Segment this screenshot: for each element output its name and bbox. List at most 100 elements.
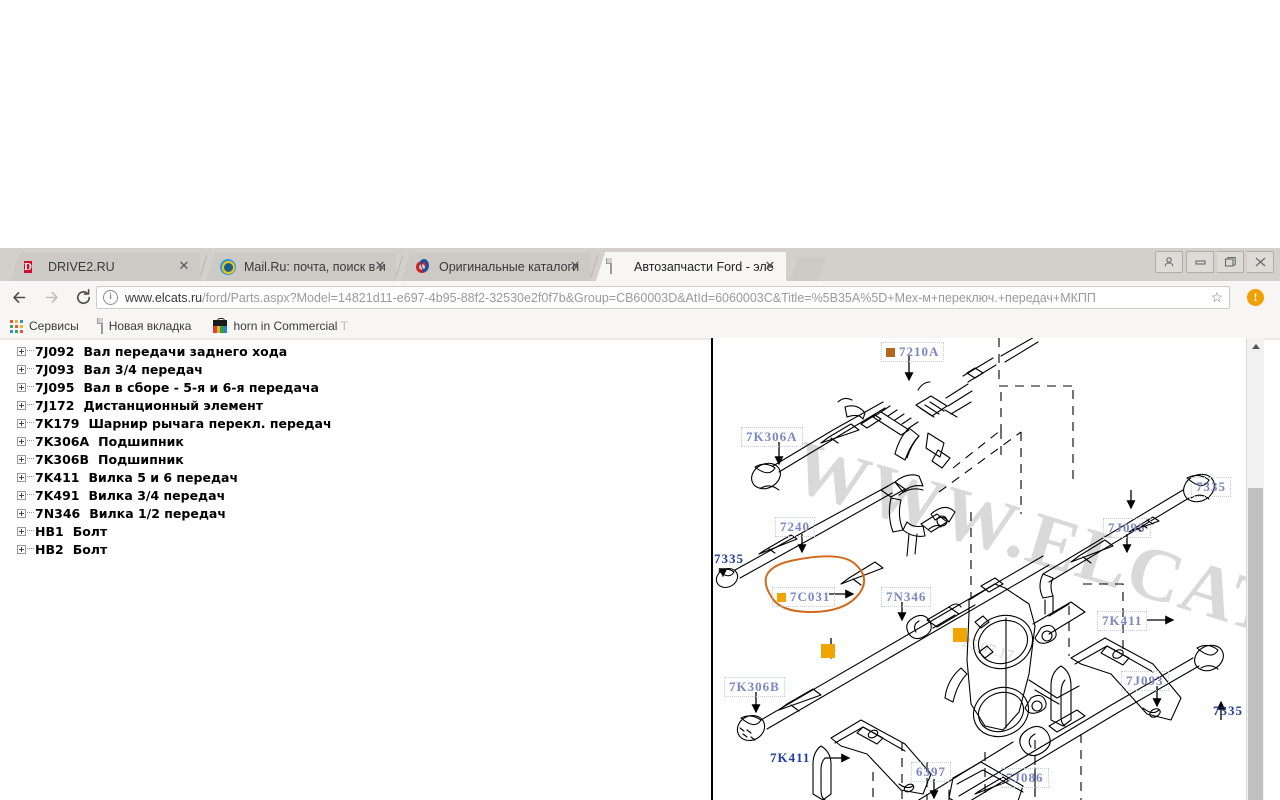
diagram-label-7K306B[interactable]: 7K306B xyxy=(724,677,785,697)
tree-row[interactable]: 7N346 Вилка 1/2 передач xyxy=(0,504,700,522)
browser-toolbar: i www.elcats.ru/ford/Parts.aspx?Model=14… xyxy=(0,281,1280,314)
diagram-label-7N346[interactable]: 7N346 xyxy=(881,587,932,607)
part-name: Вилка 1/2 передач xyxy=(89,505,226,521)
tab-separator xyxy=(199,255,208,277)
maximize-button[interactable] xyxy=(1217,251,1244,273)
tree-row[interactable]: 7J092 Вал передачи заднего хода xyxy=(0,342,700,360)
diagram-label-7335-bottom-right[interactable]: 7335 xyxy=(1213,703,1243,719)
browser-tab-catalogs[interactable]: Оригинальные каталоги ✕ xyxy=(401,253,591,281)
bookmark-star-icon[interactable]: ☆ xyxy=(1210,289,1223,306)
part-name: Вал в сборе - 5-я и 6-я передача xyxy=(83,379,319,395)
bookmark-horn-commercial[interactable]: horn in Commercial T xyxy=(213,317,348,333)
diagram-label-6397[interactable]: 6397 xyxy=(911,762,951,782)
part-name: Подшипник xyxy=(98,451,184,467)
bookmark-label-truncated: T xyxy=(340,319,348,333)
expand-icon[interactable] xyxy=(17,418,26,428)
close-icon[interactable]: ✕ xyxy=(177,260,191,274)
tree-row[interactable]: 7K306B Подшипник xyxy=(0,450,700,468)
reload-button[interactable] xyxy=(70,285,96,311)
part-code: HB1 xyxy=(35,523,64,539)
tree-connector xyxy=(27,404,34,406)
part-name: Болт xyxy=(72,541,108,557)
tree-row[interactable]: 7J095 Вал в сборе - 5-я и 6-я передача xyxy=(0,378,700,396)
diagram-label-7335-top-right[interactable]: 7335 xyxy=(1191,477,1231,497)
diagram-label-7335-left[interactable]: 7335 xyxy=(714,551,744,567)
part-code: 7K306B xyxy=(35,451,90,467)
diagram-label-7K411-right[interactable]: 7K411 xyxy=(1097,611,1148,631)
part-code: 7J095 xyxy=(35,379,75,395)
browser-tab-ford-parts[interactable]: Автозапчасти Ford - эле ✕ xyxy=(596,252,786,281)
tab-title: Mail.Ru: почта, поиск в и xyxy=(244,260,386,274)
diagram-label-7210A[interactable]: 7210A xyxy=(881,342,945,362)
browser-window: D DRIVE2.RU ✕ Mail.Ru: почта, поиск в и … xyxy=(0,248,1280,338)
diagram-label-7J095[interactable]: 7J095 xyxy=(1103,518,1151,538)
part-name: Вилка 3/4 передач xyxy=(88,487,226,503)
tab-title: Оригинальные каталоги xyxy=(439,260,580,274)
expand-icon[interactable] xyxy=(17,400,26,410)
expand-icon[interactable] xyxy=(17,472,26,482)
close-icon[interactable]: ✕ xyxy=(373,260,387,274)
page-icon xyxy=(100,318,103,334)
expand-icon[interactable] xyxy=(17,382,26,392)
back-button[interactable] xyxy=(6,285,32,311)
tree-row[interactable]: 7K491 Вилка 3/4 передач xyxy=(0,486,700,504)
expand-icon[interactable] xyxy=(17,364,26,374)
bookmark-new-tab[interactable]: Новая вкладка xyxy=(100,318,192,334)
drive2-icon: D xyxy=(24,261,32,273)
part-code: 7J093 xyxy=(35,361,75,377)
tab-strip: D DRIVE2.RU ✕ Mail.Ru: почта, поиск в и … xyxy=(0,248,1280,281)
expand-icon[interactable] xyxy=(17,490,26,500)
tree-row[interactable]: 7J093 Вал 3/4 передач xyxy=(0,360,700,378)
highlight-square xyxy=(953,628,967,642)
part-code: 7K179 xyxy=(35,415,80,431)
warning-icon[interactable]: ! xyxy=(1247,289,1264,306)
close-icon[interactable]: ✕ xyxy=(568,260,582,274)
expand-icon[interactable] xyxy=(17,454,26,464)
expand-icon[interactable] xyxy=(17,346,26,356)
profile-icon[interactable] xyxy=(1155,251,1183,273)
site-info-icon[interactable]: i xyxy=(103,290,118,305)
part-code: 7J172 xyxy=(35,397,75,413)
tree-row[interactable]: HB2 Болт xyxy=(0,540,700,558)
part-code: 7K306A xyxy=(35,433,90,449)
tree-row[interactable]: 7J172 Дистанционный элемент xyxy=(0,396,700,414)
close-button[interactable] xyxy=(1247,251,1274,273)
part-name: Вал 3/4 передач xyxy=(83,361,203,377)
tree-connector xyxy=(27,422,34,424)
apps-grid-icon xyxy=(10,319,23,333)
color-swatch xyxy=(777,593,786,602)
part-code: 7N346 xyxy=(35,505,81,521)
browser-tab-drive2[interactable]: D DRIVE2.RU ✕ xyxy=(10,253,200,281)
diagram-label-7240[interactable]: 7240 xyxy=(775,517,815,537)
expand-icon[interactable] xyxy=(17,436,26,446)
diagram-label-7K411-left[interactable]: 7K411 xyxy=(770,750,810,766)
tree-row[interactable]: 7K411 Вилка 5 и 6 передач xyxy=(0,468,700,486)
vertical-scrollbar[interactable] xyxy=(1246,338,1264,800)
tree-row[interactable]: 7K179 Шарнир рычага перекл. передач xyxy=(0,414,700,432)
minimize-button[interactable] xyxy=(1186,251,1214,273)
browser-tab-mailru[interactable]: Mail.Ru: почта, поиск в и ✕ xyxy=(206,253,396,281)
tree-row[interactable]: HB1 Болт xyxy=(0,522,700,540)
tree-row[interactable]: 7K306A Подшипник xyxy=(0,432,700,450)
new-tab-button[interactable] xyxy=(790,257,826,281)
tree-connector xyxy=(27,476,34,478)
scroll-up-icon[interactable] xyxy=(1247,338,1264,355)
page-content: 7J092 Вал передачи заднего хода 7J093 Вал … xyxy=(0,338,1280,800)
expand-icon[interactable] xyxy=(17,544,26,554)
close-icon[interactable]: ✕ xyxy=(763,259,777,274)
expand-icon[interactable] xyxy=(17,508,26,518)
bookmark-services[interactable]: Сервисы xyxy=(10,319,79,333)
expand-icon[interactable] xyxy=(17,526,26,536)
scrollbar-thumb[interactable] xyxy=(1248,488,1263,800)
bookmark-label: Новая вкладка xyxy=(108,319,192,333)
diagram-label-7J093[interactable]: 7J093 xyxy=(1121,671,1169,691)
diagram-label-7C031[interactable]: 7C031 xyxy=(772,587,836,607)
part-code: 7K411 xyxy=(35,469,80,485)
diagram-drawing xyxy=(715,338,1226,800)
parts-diagram[interactable]: WWW.ELCATS.RU 25.07.17 7210A 7K306A 7240… xyxy=(711,338,1264,800)
diagram-label-7K306A[interactable]: 7K306A xyxy=(741,427,803,447)
address-bar[interactable]: i www.elcats.ru/ford/Parts.aspx?Model=14… xyxy=(96,286,1230,309)
highlight-square xyxy=(821,644,835,658)
diagram-label-7J086[interactable]: 7J086 xyxy=(1001,768,1049,788)
url-domain: www.elcats.ru xyxy=(125,290,203,305)
